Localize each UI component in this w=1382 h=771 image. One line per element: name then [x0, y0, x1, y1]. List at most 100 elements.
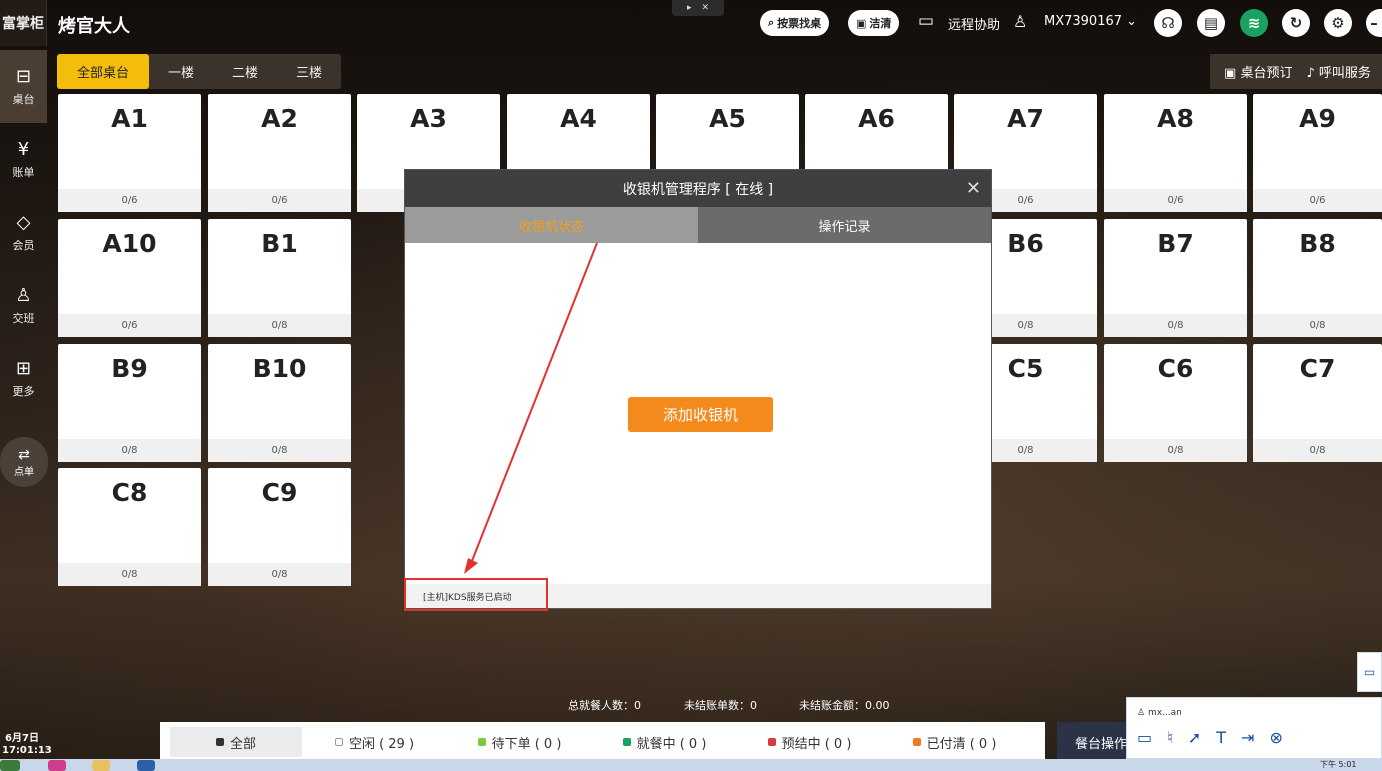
minimize-icon[interactable]: – [1366, 9, 1382, 37]
browser-icon[interactable] [48, 760, 66, 771]
bell-icon: ♪ [1306, 66, 1315, 81]
remote-assist-panel: ♙ mx...an ▭ ♮ ➚ T ⇥ ⊗ [1126, 697, 1382, 759]
table-card[interactable]: B8 0/8 [1253, 219, 1382, 337]
filter-label: 预结中 ( 0 ) [781, 736, 852, 752]
pin-control: ▸ ✕ [672, 0, 724, 16]
clear-button[interactable]: ▣ 洁清 [848, 10, 900, 36]
broom-icon: ▣ [856, 16, 867, 30]
filter-paid[interactable]: 已付清 ( 0 ) [882, 727, 1027, 757]
table-capacity: 0/8 [208, 563, 351, 586]
close-icon[interactable]: ✕ [966, 178, 981, 199]
top-bar: 富掌柜 烤官大人 ▸ ✕ ⌕ 按票找桌 ▣ 洁清 ▭ 远程协助 ♙ MX7390… [0, 0, 1382, 50]
sidebar-item-more[interactable]: ⊞ 更多 [0, 342, 47, 415]
table-name: C7 [1299, 354, 1336, 383]
pin-icon[interactable]: ▸ [687, 3, 692, 13]
table-name: A7 [1007, 104, 1044, 133]
table-capacity: 0/8 [208, 314, 351, 337]
tab-operation-log[interactable]: 操作记录 [698, 207, 991, 243]
table-card[interactable]: B1 0/8 [208, 219, 351, 337]
close-circle-icon[interactable]: ⊗ [1269, 728, 1282, 747]
sidebar-item-tables[interactable]: ⊟ 桌台 [0, 50, 47, 123]
filter-label: 已付清 ( 0 ) [926, 736, 997, 752]
table-operations-button[interactable]: 餐台操作 [1057, 722, 1137, 762]
annotation-highlight-box [404, 578, 548, 611]
table-card[interactable]: A8 0/6 [1104, 94, 1247, 212]
table-capacity: 0/6 [58, 314, 201, 337]
remote-assist-link[interactable]: 远程协助 [948, 14, 1000, 33]
filter-idle[interactable]: 空闲 ( 29 ) [302, 727, 447, 757]
screen-share-icon[interactable]: ▭ [1357, 652, 1382, 692]
user-icon: ♙ [1013, 12, 1028, 31]
tab-floor-2[interactable]: 二楼 [213, 54, 277, 89]
table-card[interactable]: A10 0/6 [58, 219, 201, 337]
filter-presettle[interactable]: 预结中 ( 0 ) [737, 727, 882, 757]
table-card[interactable]: B10 0/8 [208, 344, 351, 462]
filter-all[interactable]: 全部 [170, 727, 302, 757]
call-service-label: 呼叫服务 [1318, 66, 1371, 81]
close-icon[interactable]: ✕ [701, 3, 709, 13]
filter-label: 待下单 ( 0 ) [491, 736, 562, 752]
sidebar-item-label: 更多 [12, 384, 35, 398]
table-card[interactable]: A2 0/6 [208, 94, 351, 212]
bill-icon: ¥ [17, 138, 30, 160]
table-card[interactable]: B7 0/8 [1104, 219, 1247, 337]
table-name: B7 [1157, 229, 1194, 258]
status-dot [767, 738, 776, 746]
swap-icon: ⇄ [18, 446, 30, 463]
table-capacity: 0/8 [1253, 314, 1382, 337]
table-name: B1 [261, 229, 298, 258]
chat-icon[interactable]: ▭ [1137, 728, 1152, 747]
add-cashier-button[interactable]: 添加收银机 [628, 397, 773, 432]
text-icon[interactable]: T [1216, 728, 1226, 747]
start-icon[interactable] [0, 760, 20, 771]
remote-user-name: mx...an [1147, 708, 1182, 718]
tab-floor-1[interactable]: 一楼 [149, 54, 213, 89]
filter-pending[interactable]: 待下单 ( 0 ) [447, 727, 592, 757]
headset-icon[interactable]: ☊ [1154, 9, 1182, 37]
clear-label: 洁清 [869, 17, 892, 30]
tab-floor-3[interactable]: 三楼 [277, 54, 341, 89]
sidebar-item-label: 账单 [12, 165, 35, 179]
table-capacity: 0/8 [58, 563, 201, 586]
sidebar: ⊟ 桌台 ¥ 账单 ◇ 会员 ♙ 交班 ⊞ 更多 [0, 50, 47, 415]
cursor-icon[interactable]: ➚ [1188, 728, 1201, 747]
order-label: 点单 [14, 466, 34, 478]
table-card[interactable]: C6 0/8 [1104, 344, 1247, 462]
member-icon: ◇ [16, 211, 31, 233]
table-card[interactable]: C7 0/8 [1253, 344, 1382, 462]
monitor-icon[interactable]: ▤ [1197, 9, 1225, 37]
ticket-search-button[interactable]: ⌕ 按票找桌 [760, 10, 830, 36]
dialog-tabs: 收银机状态 操作记录 [405, 207, 991, 243]
open-orders-count: 未结账单数：0 [684, 699, 757, 712]
table-card[interactable]: C8 0/8 [58, 468, 201, 586]
sidebar-item-members[interactable]: ◇ 会员 [0, 196, 47, 269]
refresh-icon[interactable]: ↻ [1282, 9, 1310, 37]
sidebar-item-shift[interactable]: ♙ 交班 [0, 269, 47, 342]
table-card[interactable]: A1 0/6 [58, 94, 201, 212]
grid-icon: ⊞ [15, 357, 32, 379]
tab-all-tables[interactable]: 全部桌台 [57, 54, 149, 89]
app-title: 烤官大人 [58, 16, 130, 37]
sidebar-item-bills[interactable]: ¥ 账单 [0, 123, 47, 196]
floor-tabs: 全部桌台 一楼 二楼 三楼 [57, 54, 341, 89]
tab-cashier-status[interactable]: 收银机状态 [405, 207, 698, 243]
table-capacity: 0/8 [1104, 439, 1247, 462]
app-icon[interactable] [137, 760, 155, 771]
table-name: A6 [858, 104, 895, 133]
table-card[interactable]: A9 0/6 [1253, 94, 1382, 212]
call-service-button[interactable]: ♪ 呼叫服务 [1306, 62, 1370, 81]
order-button[interactable]: ⇄ 点单 [0, 437, 48, 487]
status-dot [912, 738, 921, 746]
table-name: A5 [709, 104, 746, 133]
account-dropdown[interactable]: MX7390167 ⌄ [1044, 14, 1137, 29]
microphone-icon[interactable]: ♮ [1167, 728, 1173, 747]
folder-icon[interactable] [92, 760, 110, 771]
wifi-icon[interactable]: ≋ [1240, 9, 1268, 37]
folder-icon[interactable]: ⇥ [1241, 728, 1254, 747]
right-tools: ▣ 桌台预订 ♪ 呼叫服务 [1210, 54, 1382, 89]
filter-dining[interactable]: 就餐中 ( 0 ) [592, 727, 737, 757]
table-card[interactable]: C9 0/8 [208, 468, 351, 586]
table-card[interactable]: B9 0/8 [58, 344, 201, 462]
table-reserve-button[interactable]: ▣ 桌台预订 [1224, 62, 1292, 81]
settings-icon[interactable]: ⚙ [1324, 9, 1352, 37]
